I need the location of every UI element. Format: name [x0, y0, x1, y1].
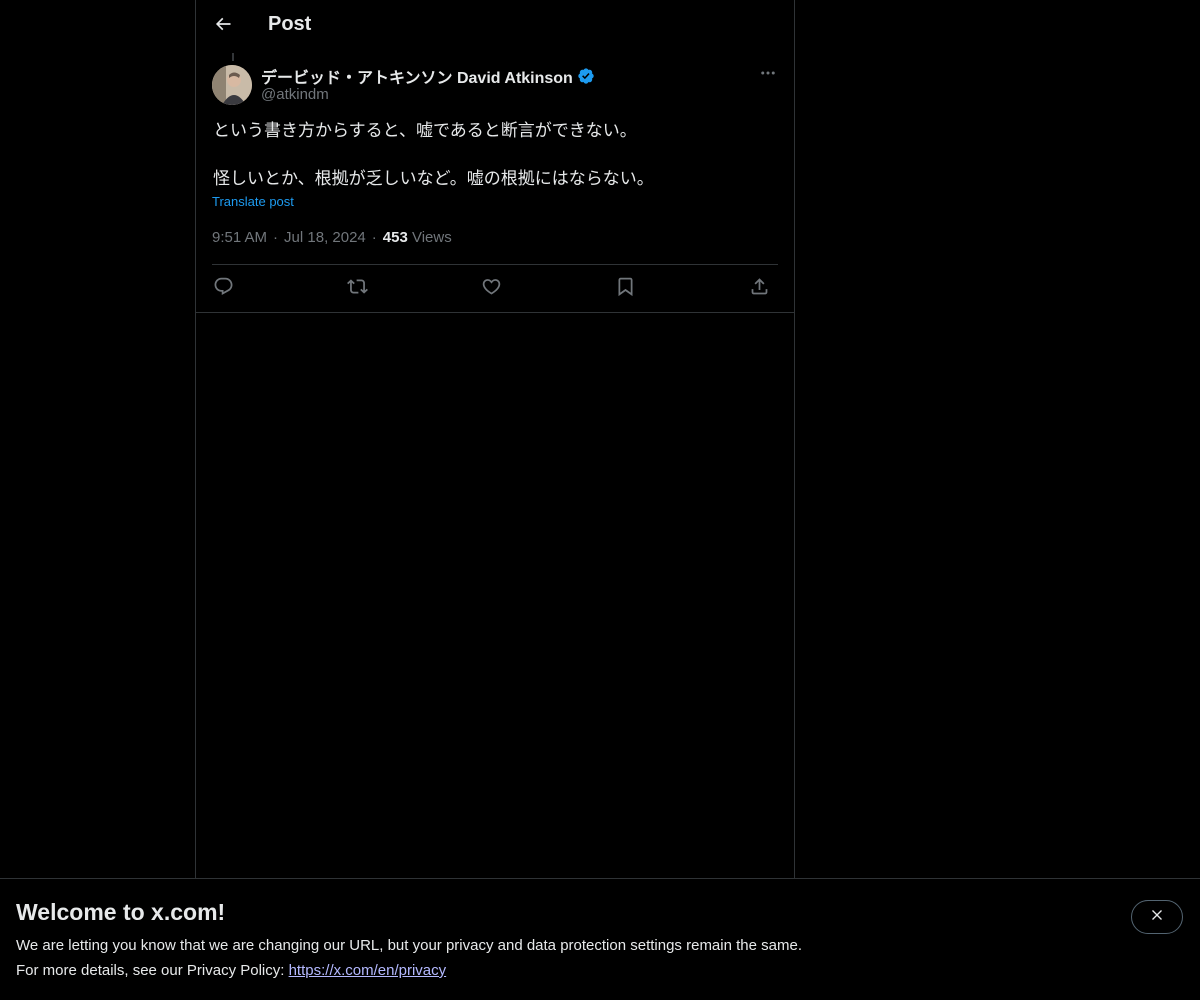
reply-icon [213, 276, 234, 302]
banner-details: For more details, see our Privacy Policy… [16, 962, 446, 979]
more-dots-icon [759, 64, 777, 87]
author-name[interactable]: デービッド・アトキンソン David Atkinson [261, 64, 595, 88]
post-text-line: 怪しいとか、根拠が乏しいなど。嘘の根拠にはならない。 [213, 169, 654, 188]
privacy-policy-link[interactable]: https://x.com/en/privacy [289, 962, 447, 979]
repost-icon [346, 276, 368, 302]
translate-post-link[interactable]: Translate post [212, 194, 294, 209]
reply-button[interactable] [210, 276, 236, 302]
post-date[interactable]: Jul 18, 2024 [284, 229, 366, 246]
banner-message: We are letting you know that we are chan… [16, 937, 802, 954]
bookmark-button[interactable] [612, 276, 638, 302]
divider [196, 312, 794, 313]
back-button[interactable] [208, 11, 238, 41]
banner-title: Welcome to x.com! [16, 899, 226, 925]
back-arrow-icon [213, 14, 233, 39]
more-options-button[interactable] [756, 64, 780, 86]
avatar[interactable] [212, 65, 252, 105]
post-column: Post デービッド・アトキンソン David Atkinson @atkind… [195, 0, 795, 880]
like-icon [481, 276, 502, 302]
top-bar: Post [196, 0, 794, 53]
share-button[interactable] [746, 276, 772, 302]
action-bar [212, 274, 778, 302]
views-label: Views [411, 229, 452, 246]
verified-badge-icon [577, 67, 595, 85]
author-display-name: デービッド・アトキンソン David Atkinson [261, 70, 573, 87]
divider [212, 264, 778, 265]
repost-button[interactable] [344, 276, 370, 302]
views-count: 453 [382, 229, 408, 246]
author-handle[interactable]: @atkindm [261, 86, 329, 103]
post-text: という書き方からすると、嘘であると断言ができない。 怪しいとか、根拠が乏しいなど… [213, 119, 773, 191]
close-banner-button[interactable] [1131, 900, 1183, 934]
close-icon [1149, 907, 1165, 928]
post-text-line: という書き方からすると、嘘であると断言ができない。 [213, 121, 637, 140]
share-icon [749, 276, 770, 302]
page-title: Post [268, 13, 312, 35]
like-button[interactable] [478, 276, 504, 302]
post-meta: 9:51 AM · Jul 18, 2024 · 453 Views [212, 229, 452, 246]
post-time[interactable]: 9:51 AM [212, 229, 267, 246]
banner-details-text: For more details, see our Privacy Policy… [16, 962, 289, 979]
bookmark-icon [615, 276, 636, 302]
thread-line [232, 53, 234, 61]
url-change-banner: Welcome to x.com! We are letting you kno… [0, 878, 1200, 1000]
